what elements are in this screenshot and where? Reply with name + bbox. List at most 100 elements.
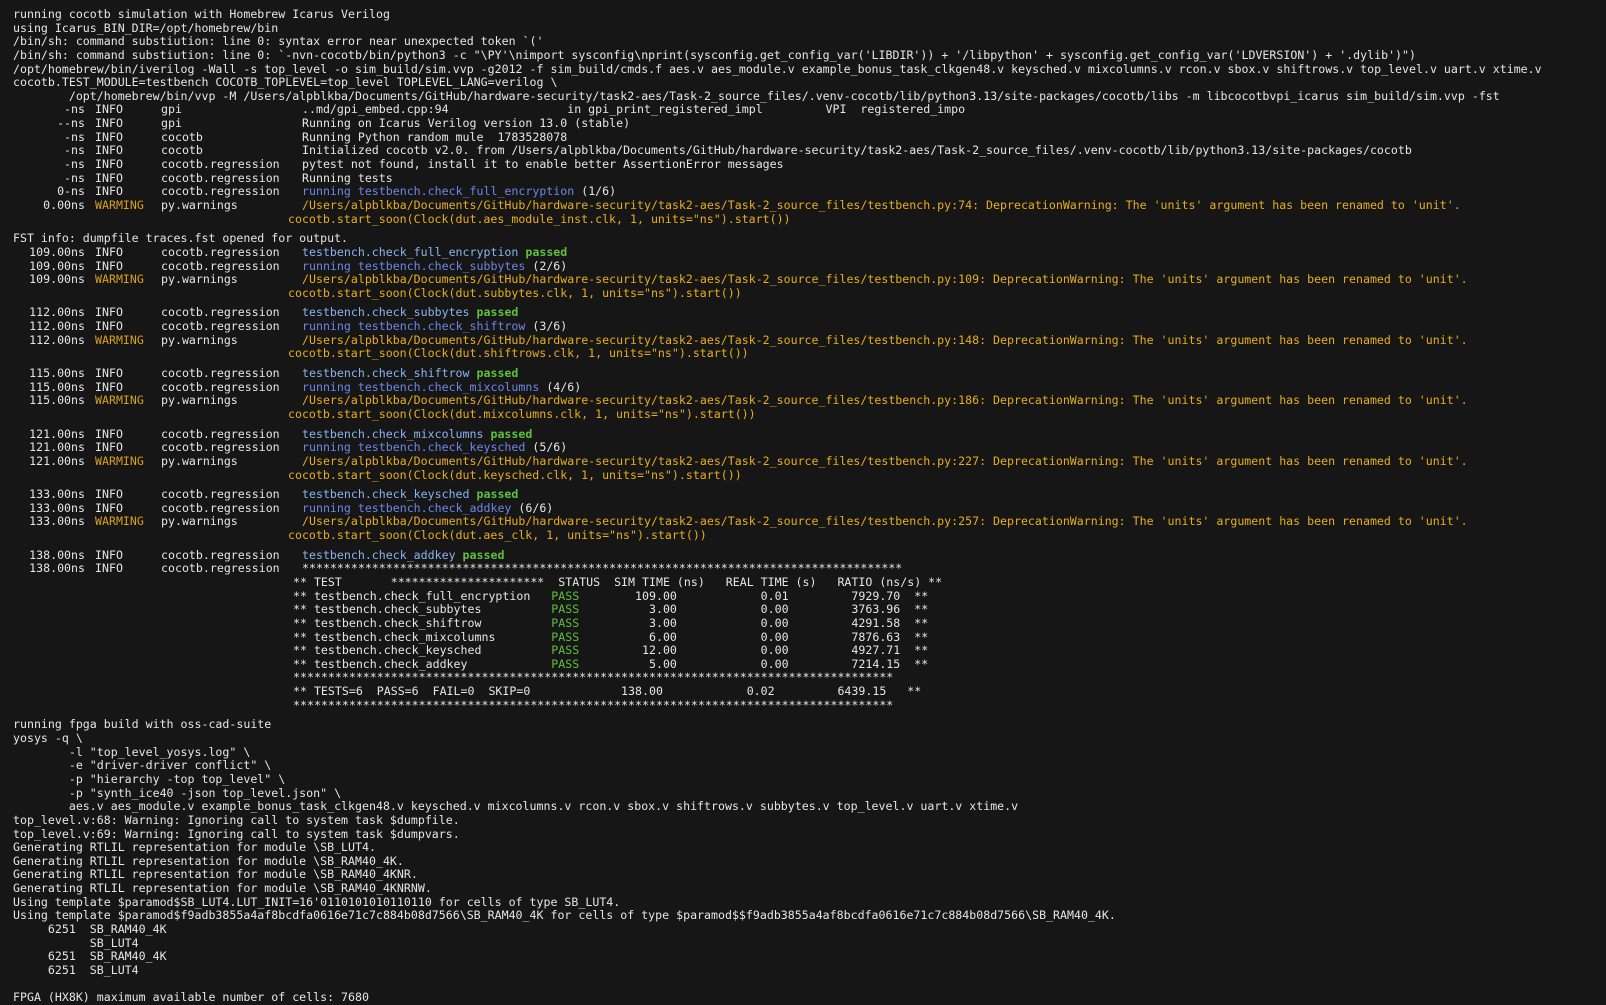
log-level: INFO	[95, 259, 123, 273]
summary-stars: ****************************************…	[302, 562, 903, 576]
fpga-text: Generating RTLIL representation for modu…	[13, 882, 432, 896]
log-logger: cocotb	[161, 130, 203, 144]
log-level: INFO	[95, 117, 123, 131]
fst-info-text: FST info: dumpfile traces.fst opened for…	[13, 232, 349, 246]
fpga-text: running fpga build with oss-cad-suite	[13, 718, 272, 732]
fpga-line: Using template $paramod$f9adb3855a4af8bc…	[13, 909, 1606, 923]
test-name: testbench.check_mixcolumns	[302, 427, 491, 441]
summary-total: ** TESTS=6 PASS=6 FAIL=0 SKIP=0 138.00 0…	[13, 685, 1606, 699]
fpga-text: Using template $paramod$SB_LUT4.LUT_INIT…	[13, 895, 621, 909]
header-line: using Icarus_BIN_DIR=/opt/homebrew/bin	[13, 22, 1606, 36]
warning-code: cocotb.start_soon(Clock(dut.keysched.clk…	[281, 468, 742, 482]
log-line: 115.00ns WARMING py.warnings/Users/alpblkb…	[13, 394, 1606, 408]
passed-label: passed	[476, 306, 519, 320]
log-timestamp: 133.00ns	[29, 501, 85, 515]
fpga-line: aes.v aes_module.v example_bonus_task_cl…	[13, 800, 1606, 814]
running-label: running	[302, 380, 358, 394]
fpga-max-text: FPGA (HX8K) maximum available number of …	[13, 991, 369, 1005]
log-timestamp: -ns	[64, 130, 85, 144]
warning-code-line: cocotb.start_soon(Clock(dut.subbytes.clk…	[13, 287, 1606, 301]
summary-stars-text: ****************************************…	[293, 671, 894, 685]
log-logger: cocotb.regression	[161, 171, 280, 185]
fpga-line: SB_LUT4	[13, 937, 1606, 951]
log-logger: py.warnings	[161, 394, 238, 408]
log-timestamp: -ns	[64, 144, 85, 158]
warning-path: /Users/alpblkba/Documents/GitHub/hardwar…	[302, 273, 1468, 287]
warning-code-line: cocotb.start_soon(Clock(dut.mixcolumns.c…	[13, 408, 1606, 422]
fpga-text: yosys -q \	[13, 732, 83, 746]
fpga-text: 6251 SB_LUT4	[13, 963, 139, 977]
log-level: INFO	[95, 306, 123, 320]
summary-header: ** TEST ********************** STATUS SI…	[13, 576, 1606, 590]
fpga-max-line: FPGA (HX8K) maximum available number of …	[13, 991, 1606, 1005]
log-timestamp: 112.00ns	[29, 306, 85, 320]
log-level: INFO	[95, 158, 123, 172]
log-message: running testbench.check_addkey (6/6)	[292, 502, 553, 515]
warning-code: cocotb.start_soon(Clock(dut.mixcolumns.c…	[281, 407, 756, 421]
log-level: INFO	[95, 245, 123, 259]
warning-code: cocotb.start_soon(Clock(dut.subbytes.clk…	[281, 286, 742, 300]
log-level: INFO	[95, 130, 123, 144]
log-timestamp: 138.00ns	[29, 562, 85, 576]
log-logger: cocotb.regression	[161, 367, 280, 381]
log-logger: cocotb	[161, 144, 203, 158]
summary-stars-text: ****************************************…	[293, 698, 894, 712]
test-index: (3/6)	[532, 320, 568, 334]
log-logger: cocotb.regression	[161, 427, 280, 441]
log-level: WARMING	[95, 454, 144, 468]
log-level: WARMING	[95, 394, 144, 408]
log-timestamp: 115.00ns	[29, 380, 85, 394]
log-level: INFO	[95, 367, 123, 381]
warning-path: /Users/alpblkba/Documents/GitHub/hardwar…	[302, 394, 1468, 408]
passed-label: passed	[476, 488, 519, 502]
test-name: testbench.check_full_encryption	[302, 245, 526, 259]
terminal-output: running cocotb simulation with Homebrew …	[0, 0, 1606, 1004]
log-logger: cocotb.regression	[161, 320, 280, 334]
log-line: 133.00ns INFO cocotb.regression testbench.c…	[13, 488, 1606, 502]
running-label: running	[302, 501, 358, 515]
log-message: running testbench.check_mixcolumns (4/6)	[292, 381, 581, 394]
header-line: running cocotb simulation with Homebrew …	[13, 8, 1606, 22]
log-line: 112.00ns INFO cocotb.regression testbench.c…	[13, 306, 1606, 320]
warning-code: cocotb.start_soon(Clock(dut.aes_module_i…	[281, 212, 791, 226]
log-level: INFO	[95, 427, 123, 441]
log-level: INFO	[95, 320, 123, 334]
summary-values: 5.00 0.00 7214.15 **	[579, 657, 929, 671]
fpga-line: Using template $paramod$SB_LUT4.LUT_INIT…	[13, 896, 1606, 910]
test-index: (5/6)	[532, 441, 568, 455]
summary-test-name: ** testbench.check_subbytes	[293, 603, 552, 617]
log-level: INFO	[95, 501, 123, 515]
header-text: /bin/sh: command substiution: line 0: `-…	[13, 48, 1416, 62]
log-line: 0-ns INFO cocotb.regression running testben…	[13, 185, 1606, 199]
fpga-line: 6251 SB_LUT4	[13, 964, 1606, 978]
running-label: running	[302, 441, 358, 455]
fpga-line: Generating RTLIL representation for modu…	[13, 855, 1606, 869]
log-line: 138.00ns INFO cocotb.regression testbench.c…	[13, 549, 1606, 563]
running-label: running	[302, 185, 358, 199]
log-message: running testbench.check_shiftrow (3/6)	[292, 320, 567, 333]
log-timestamp: 121.00ns	[29, 441, 85, 455]
warning-code-line: cocotb.start_soon(Clock(dut.aes_clk, 1, …	[13, 529, 1606, 543]
log-level: INFO	[95, 441, 123, 455]
log-line: 109.00ns INFO cocotb.regression running tes…	[13, 260, 1606, 274]
log-message: /Users/alpblkba/Documents/GitHub/hardwar…	[292, 273, 1468, 286]
warning-path: /Users/alpblkba/Documents/GitHub/hardwar…	[302, 333, 1468, 347]
log-logger: gpi	[161, 117, 182, 131]
log-line: 109.00ns INFO cocotb.regression testbench.c…	[13, 246, 1606, 260]
test-name: testbench.check_mixcolumns	[357, 380, 547, 394]
warning-code-line: cocotb.start_soon(Clock(dut.shiftrows.cl…	[13, 347, 1606, 361]
log-logger: cocotb.regression	[161, 488, 280, 502]
fpga-text: top_level.v:68: Warning: Ignoring call t…	[13, 813, 460, 827]
header-text: running cocotb simulation with Homebrew …	[13, 8, 390, 21]
warning-code-line: cocotb.start_soon(Clock(dut.aes_module_i…	[13, 213, 1606, 227]
log-message: Initialized cocotb v2.0. from /Users/alp…	[292, 144, 1412, 157]
fpga-line: -l "top_level_yosys.log" \	[13, 746, 1606, 760]
log-line: 115.00ns INFO cocotb.regression testbench.c…	[13, 367, 1606, 381]
summary-test-name: ** testbench.check_mixcolumns	[293, 630, 552, 644]
passed-label: passed	[462, 548, 505, 562]
log-line: 121.00ns INFO cocotb.regression running tes…	[13, 441, 1606, 455]
log-logger: cocotb.regression	[161, 548, 280, 562]
fst-info-line: FST info: dumpfile traces.fst opened for…	[13, 232, 1606, 246]
summary-row: ** testbench.check_subbytes PASS 3.00 0.…	[13, 603, 1606, 617]
log-line: 112.00ns INFO cocotb.regression running tes…	[13, 320, 1606, 334]
